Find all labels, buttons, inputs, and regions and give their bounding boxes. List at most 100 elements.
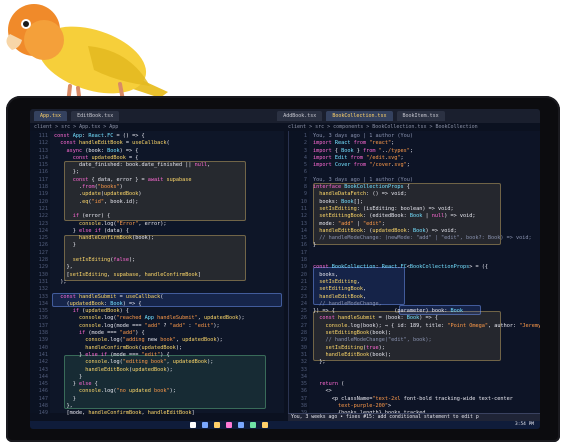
browser-icon[interactable] xyxy=(226,422,232,428)
code-line[interactable]: 3 import { Book } from "../types"; xyxy=(291,148,540,155)
code-line[interactable]: 36 <> xyxy=(291,388,540,395)
code-line[interactable]: 18 xyxy=(291,257,540,264)
code-line[interactable]: 4 import Edit from "/edit.svg"; xyxy=(291,155,540,162)
code-line[interactable]: 113 async (book: Book) => { xyxy=(32,148,245,155)
code-line[interactable]: 116 }; xyxy=(32,169,245,176)
code-line[interactable]: 147 } xyxy=(32,396,245,403)
line-number: 114 xyxy=(38,154,48,161)
code-line[interactable]: 120 .eq("id", book.id); xyxy=(32,199,245,206)
code-line[interactable]: 23 handleEditBook, xyxy=(291,294,540,301)
vscode-icon[interactable] xyxy=(238,422,244,428)
tab-addbook-tsx[interactable]: AddBook.tsx xyxy=(277,111,323,121)
code-line[interactable]: 12 setEditingBook: (editedBook: Book | n… xyxy=(291,213,540,220)
code-line[interactable]: 117 const { data, error } = await supaba… xyxy=(32,177,245,184)
code-line-text: const updatedBook = { xyxy=(72,154,139,161)
code-line[interactable]: 14 handleEditBook: (updatedBook: Book) =… xyxy=(291,228,540,235)
code-line[interactable]: 136 console.log("reached App handleSubmi… xyxy=(32,315,245,322)
code-line[interactable]: 111 const App: React.FC = () => { xyxy=(32,133,245,140)
code-line[interactable]: 24 // handleModeChange, xyxy=(291,301,540,308)
code-line[interactable]: 122 if (error) { xyxy=(32,213,245,220)
tab-editbook-tsx[interactable]: EditBook.tsx xyxy=(71,111,120,121)
code-line[interactable]: 137 console.log(mode === "add" ? "add" :… xyxy=(32,323,245,330)
code-line[interactable]: 33 xyxy=(291,367,540,374)
code-line[interactable]: 34 xyxy=(291,374,540,381)
start-icon[interactable] xyxy=(190,422,196,428)
code-line[interactable]: 118 .from("books") xyxy=(32,184,245,191)
code-line[interactable]: 16} xyxy=(291,242,540,249)
code-line[interactable]: 10 books: Book[]; xyxy=(291,199,540,206)
code-line[interactable]: 138 if (mode === "add") { xyxy=(32,330,245,337)
tab-bookitem-tsx[interactable]: BookItem.tsx xyxy=(396,111,445,121)
code-line[interactable]: 9 handleDataFetch: () => void; xyxy=(291,191,540,198)
code-line[interactable]: 17 xyxy=(291,250,540,257)
code-text-right[interactable]: 1 You, 3 days ago | 1 author (You) 2 import… xyxy=(291,133,540,425)
code-line[interactable]: 30 setIsEditing(true); xyxy=(291,345,540,352)
code-line[interactable]: 126 } xyxy=(32,242,245,249)
code-line[interactable]: 7 You, 3 days ago | 1 author (You) xyxy=(291,177,540,184)
code-line[interactable]: 19 const BookCollection: React.FC<BookCol… xyxy=(291,264,540,271)
tab-app-tsx[interactable]: App.tsx xyxy=(34,111,68,121)
code-line[interactable]: 125 handleConfirmBook(book); xyxy=(32,235,245,242)
code-line[interactable]: 112 const handleEditBook = useCallback( xyxy=(32,140,245,147)
folder-icon[interactable] xyxy=(214,422,220,428)
code-line[interactable]: 8 interface BookCollectionProps { xyxy=(291,184,540,191)
code-line[interactable]: 114 const updatedBook = { xyxy=(32,155,245,162)
code-line[interactable]: 142 console.log("editing book", updatedB… xyxy=(32,359,245,366)
code-line[interactable]: 134 (updatedBook: Book) => { xyxy=(32,301,245,308)
editor-pane-right[interactable]: 1 You, 3 days ago | 1 author (You) 2 import… xyxy=(288,131,540,424)
code-line[interactable]: 135 if (updatedBook) { xyxy=(32,308,245,315)
code-line[interactable]: 119 .update(updatedBook) xyxy=(32,191,245,198)
code-line[interactable]: 144 } xyxy=(32,374,245,381)
code-line[interactable]: 2 import React from "react"; xyxy=(291,140,540,147)
breadcrumb-right[interactable]: client > src > components > BookCollecti… xyxy=(288,124,478,130)
code-line[interactable]: 146 console.log("no updated book"); xyxy=(32,388,245,395)
code-line[interactable]: 13 mode: "add" | "edit"; xyxy=(291,221,540,228)
code-line[interactable]: 149 [mode, handleConfirmBook, handleEdit… xyxy=(32,410,245,417)
code-line[interactable]: 32 }; xyxy=(291,359,540,366)
code-line[interactable]: 132 xyxy=(32,286,245,293)
code-line[interactable]: 25}) => { (parameter) book: Book xyxy=(291,308,540,315)
code-line[interactable]: 21 setIsEditing, xyxy=(291,279,540,286)
code-line[interactable]: 124 } else if (data) { xyxy=(32,228,245,235)
code-line[interactable]: 131 ); xyxy=(32,279,245,286)
code-line[interactable]: 133 const handleSubmit = useCallback( xyxy=(32,294,245,301)
code-line[interactable]: 11 setIsEditing: (isEditing: boolean) =>… xyxy=(291,206,540,213)
code-line[interactable]: 28 setEditingBook(book); xyxy=(291,330,540,337)
app-icon[interactable] xyxy=(262,422,268,428)
code-line[interactable]: 145 } else { xyxy=(32,381,245,388)
editor-pane-left[interactable]: 111 const App: React.FC = () => {112 cons… xyxy=(30,131,284,416)
code-line[interactable]: 5 import Cover from "/cover.svg"; xyxy=(291,162,540,169)
code-line[interactable]: 121 xyxy=(32,206,245,213)
code-line[interactable]: 37 <p className="text-2xl font-bold trac… xyxy=(291,396,540,403)
code-line[interactable]: 140 handleConfirmBook(updatedBook); xyxy=(32,345,245,352)
breadcrumb-left[interactable]: client > src > App.tsx > App xyxy=(34,124,118,130)
code-line[interactable]: 38 text-purple-200"> xyxy=(291,403,540,410)
code-line[interactable]: 130 [setIsEditing, supabase, handleConfi… xyxy=(32,272,245,279)
code-line[interactable]: 31 handleEditBook(book); xyxy=(291,352,540,359)
code-line[interactable]: 26 const handleSubmit = (book: Book) => … xyxy=(291,315,540,322)
code-line[interactable]: 115 date_finished: book.date_finished ||… xyxy=(32,162,245,169)
code-line[interactable]: 27 console.log(book); ⇒ { id: 189, title… xyxy=(291,323,540,330)
code-line[interactable]: 128 setIsEditing(false); xyxy=(32,257,245,264)
code-line[interactable]: 15 // handleModeChange: (newMode: "add" … xyxy=(291,235,540,242)
tab-bookcollection-tsx[interactable]: BookCollection.tsx xyxy=(326,111,393,121)
code-line[interactable]: 1 You, 3 days ago | 1 author (You) xyxy=(291,133,540,140)
code-line[interactable]: 20 books, xyxy=(291,272,540,279)
code-line-text: import React from "react"; xyxy=(313,140,395,147)
code-line[interactable]: 123 console.log("Error", error); xyxy=(32,221,245,228)
code-line[interactable]: 143 handleEditBook(updatedBook); xyxy=(32,367,245,374)
code-text-left[interactable]: 111 const App: React.FC = () => {112 cons… xyxy=(32,133,245,418)
line-number: 1 xyxy=(303,133,307,139)
code-line[interactable]: 127 xyxy=(32,250,245,257)
code-line[interactable]: 35 return ( xyxy=(291,381,540,388)
search-icon[interactable] xyxy=(202,422,208,428)
code-line[interactable]: 148 }, xyxy=(32,403,245,410)
code-line[interactable]: 29 // handleModeChange("edit", book); xyxy=(291,337,540,344)
code-line[interactable]: 129 }, xyxy=(32,264,245,271)
code-line[interactable]: 139 console.log("adding new book", updat… xyxy=(32,337,245,344)
terminal-icon[interactable] xyxy=(250,422,256,428)
code-line[interactable]: 141 } else if (mode === "edit") { xyxy=(32,352,245,359)
line-number: 145 xyxy=(38,381,48,388)
code-line[interactable]: 6 xyxy=(291,169,540,176)
code-line[interactable]: 22 setEditingBook, xyxy=(291,286,540,293)
